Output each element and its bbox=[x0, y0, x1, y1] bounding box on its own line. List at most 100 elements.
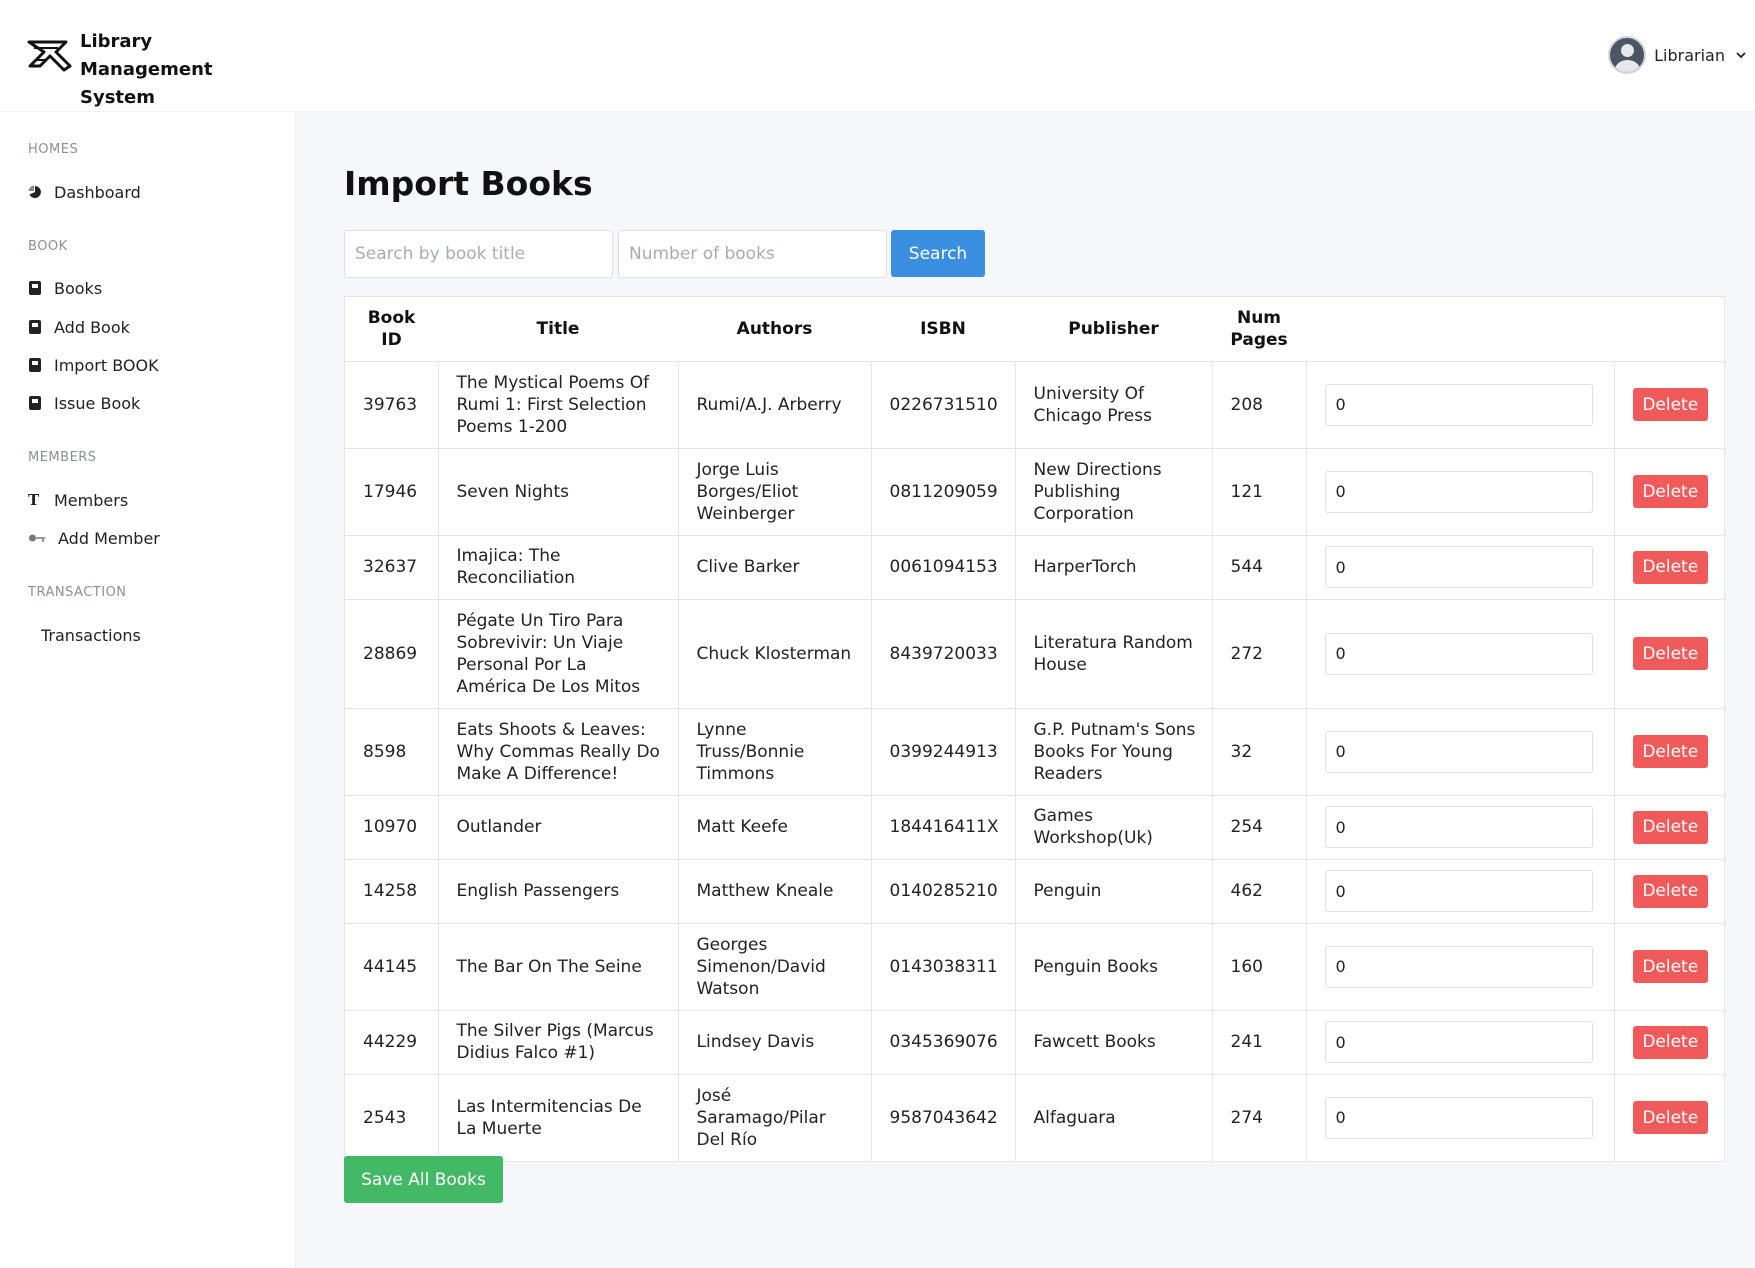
sidebar-item-label: Add Book bbox=[54, 317, 130, 337]
quantity-input[interactable] bbox=[1324, 730, 1593, 773]
cell-book-id: 17946 bbox=[345, 447, 438, 535]
delete-button[interactable]: Delete bbox=[1632, 810, 1708, 844]
table-row: 10970 Outlander Matt Keefe 184416411X Games … bbox=[345, 794, 1726, 859]
key-icon bbox=[29, 534, 45, 542]
cell-actions: Delete bbox=[1613, 1009, 1726, 1074]
cell-isbn: 0143038311 bbox=[870, 922, 1015, 1010]
cell-publisher: University Of Chicago Press bbox=[1014, 360, 1212, 448]
delete-button[interactable]: Delete bbox=[1632, 950, 1708, 983]
quantity-input[interactable] bbox=[1324, 1021, 1593, 1063]
brand[interactable]: Library Management System bbox=[26, 28, 280, 112]
cell-quantity bbox=[1305, 1073, 1614, 1161]
column-header-line: Num bbox=[1236, 307, 1282, 328]
sidebar-item-import-book[interactable]: Import BOOK bbox=[28, 353, 159, 377]
cell-quantity bbox=[1305, 534, 1614, 599]
delete-button[interactable]: Delete bbox=[1632, 388, 1708, 421]
cell-isbn: 8439720033 bbox=[870, 598, 1015, 708]
column-header-actions bbox=[1614, 297, 1726, 362]
save-all-books-button[interactable]: Save All Books bbox=[344, 1156, 503, 1203]
column-header-isbn: ISBN bbox=[871, 297, 1015, 362]
delete-button[interactable]: Delete bbox=[1632, 735, 1708, 768]
sidebar-item-books[interactable]: Books bbox=[28, 276, 102, 300]
delete-button[interactable]: Delete bbox=[1632, 550, 1708, 584]
delete-button[interactable]: Delete bbox=[1632, 637, 1708, 670]
sidebar-item-add-member[interactable]: Add Member bbox=[28, 526, 160, 550]
cell-authors: José Saramago/Pilar Del Río bbox=[677, 1073, 871, 1161]
quantity-input[interactable] bbox=[1324, 546, 1593, 588]
cell-actions: Delete bbox=[1613, 447, 1726, 535]
cell-num-pages: 544 bbox=[1211, 534, 1306, 599]
cell-isbn: 0399244913 bbox=[870, 707, 1015, 795]
cell-authors: Matthew Kneale bbox=[677, 858, 871, 923]
cell-publisher: Penguin Books bbox=[1014, 922, 1212, 1010]
cell-publisher: G.P. Putnam's Sons Books For Young Reade… bbox=[1014, 707, 1212, 795]
sidebar-item-issue-book[interactable]: Issue Book bbox=[28, 391, 140, 415]
cell-book-id: 8598 bbox=[345, 707, 438, 795]
cell-book-id: 14258 bbox=[345, 858, 438, 923]
cell-title: Outlander bbox=[437, 794, 678, 859]
cell-actions: Delete bbox=[1613, 534, 1726, 599]
cell-title: The Mystical Poems Of Rumi 1: First Sele… bbox=[437, 360, 678, 448]
quantity-input[interactable] bbox=[1324, 383, 1593, 426]
cell-publisher: New Directions Publishing Corporation bbox=[1014, 447, 1212, 535]
app-title-line1: Library Management bbox=[80, 31, 213, 80]
table-row: 8598 Eats Shoots & Leaves: Why Commas Rea… bbox=[345, 707, 1726, 795]
column-header-line: ID bbox=[381, 329, 402, 350]
quantity-input[interactable] bbox=[1324, 806, 1593, 848]
quantity-input[interactable] bbox=[1324, 870, 1593, 912]
cell-quantity bbox=[1305, 447, 1614, 535]
sidebar-item-transactions[interactable]: Transactions bbox=[41, 623, 141, 647]
cell-authors: Jorge Luis Borges/Eliot Weinberger bbox=[677, 447, 871, 535]
delete-button[interactable]: Delete bbox=[1632, 475, 1708, 508]
cell-actions: Delete bbox=[1613, 1073, 1726, 1161]
sidebar-item-members[interactable]: T Members bbox=[28, 488, 128, 512]
search-title-input[interactable] bbox=[344, 230, 613, 278]
sidebar-item-add-book[interactable]: Add Book bbox=[28, 315, 130, 339]
quantity-input[interactable] bbox=[1324, 470, 1593, 513]
cell-isbn: 0061094153 bbox=[870, 534, 1015, 599]
page-title: Import Books bbox=[344, 164, 593, 203]
book-icon bbox=[29, 281, 41, 295]
sidebar: HOMES Dashboard BOOK Books Add Book Impo… bbox=[0, 112, 296, 1268]
table-row: 17946 Seven Nights Jorge Luis Borges/Eliot… bbox=[345, 447, 1726, 535]
quantity-input[interactable] bbox=[1324, 1096, 1593, 1139]
delete-button[interactable]: Delete bbox=[1632, 1025, 1708, 1059]
cell-book-id: 39763 bbox=[345, 360, 438, 448]
cell-book-id: 44229 bbox=[345, 1009, 438, 1074]
quantity-input[interactable] bbox=[1324, 945, 1593, 988]
cell-quantity bbox=[1305, 707, 1614, 795]
cell-num-pages: 121 bbox=[1211, 447, 1306, 535]
cell-authors: Clive Barker bbox=[677, 534, 871, 599]
user-menu[interactable]: Librarian bbox=[1608, 36, 1747, 74]
cell-isbn: 184416411X bbox=[870, 794, 1015, 859]
cell-authors: Chuck Klosterman bbox=[677, 598, 871, 708]
column-header-quantity bbox=[1306, 297, 1614, 362]
cell-publisher: Fawcett Books bbox=[1014, 1009, 1212, 1074]
sidebar-item-label: Dashboard bbox=[54, 182, 141, 202]
delete-button[interactable]: Delete bbox=[1632, 874, 1708, 908]
table-row: 28869 Pégate Un Tiro Para Sobrevivir: Un … bbox=[345, 598, 1726, 708]
cell-num-pages: 462 bbox=[1211, 858, 1306, 923]
table-row: 44229 The Silver Pigs (Marcus Didius Falc… bbox=[345, 1009, 1726, 1074]
cell-title: Seven Nights bbox=[437, 447, 678, 535]
sidebar-item-dashboard[interactable]: Dashboard bbox=[28, 180, 141, 204]
cell-publisher: Games Workshop(Uk) bbox=[1014, 794, 1212, 859]
cell-actions: Delete bbox=[1613, 360, 1726, 448]
delete-button[interactable]: Delete bbox=[1632, 1101, 1708, 1135]
search-button[interactable]: Search bbox=[891, 230, 985, 277]
cell-title: The Silver Pigs (Marcus Didius Falco #1) bbox=[437, 1009, 678, 1074]
cell-isbn: 0140285210 bbox=[870, 858, 1015, 923]
cell-isbn: 9587043642 bbox=[870, 1073, 1015, 1161]
column-header-book-id: Book ID bbox=[345, 297, 438, 362]
quantity-input[interactable] bbox=[1324, 632, 1593, 675]
pie-chart-icon bbox=[28, 185, 41, 198]
cell-title: The Bar On The Seine bbox=[437, 922, 678, 1010]
cell-book-id: 28869 bbox=[345, 598, 438, 708]
cell-title: Pégate Un Tiro Para Sobrevivir: Un Viaje… bbox=[437, 598, 678, 708]
cell-quantity bbox=[1305, 1009, 1614, 1074]
number-of-books-input[interactable] bbox=[618, 230, 887, 278]
table-row: 32637 Imajica: The Reconciliation Clive Ba… bbox=[345, 534, 1726, 599]
column-header-line: Pages bbox=[1230, 329, 1288, 350]
sidebar-section-homes: HOMES bbox=[28, 142, 79, 157]
cell-quantity bbox=[1305, 858, 1614, 923]
